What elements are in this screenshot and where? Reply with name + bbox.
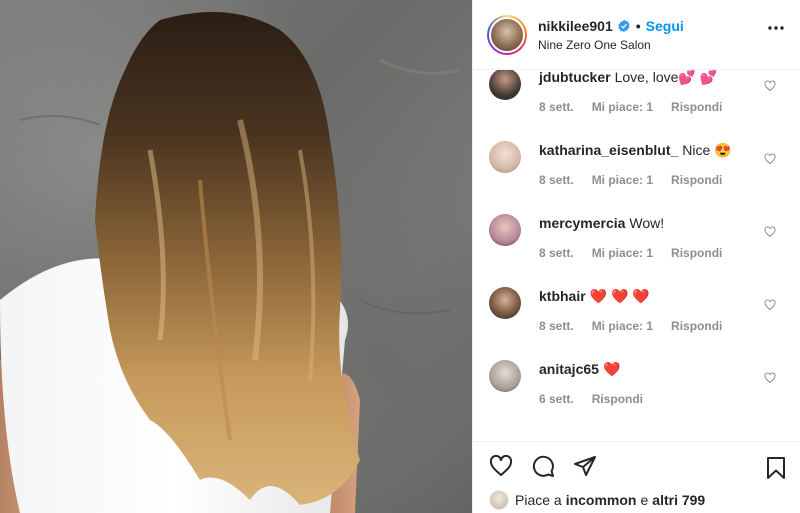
comment-time[interactable]: 6 sett. — [539, 392, 574, 406]
comments-list[interactable]: jdubtucker Love, love💕 💕 8 sett. Mi piace… — [473, 70, 800, 441]
likes-others[interactable]: altri 799 — [652, 492, 705, 508]
heart-icon[interactable] — [489, 454, 513, 478]
reply-button[interactable]: Rispondi — [671, 319, 722, 333]
profile-avatar[interactable] — [487, 14, 527, 55]
likes-user[interactable]: incommon — [566, 492, 637, 508]
share-icon[interactable] — [573, 454, 597, 478]
comment-item: mercymercia Wow! 8 sett. Mi piace: 1 Risp… — [489, 214, 784, 274]
comment-icon[interactable] — [531, 454, 555, 478]
comment-username[interactable]: jdubtucker — [539, 70, 611, 85]
comment-username[interactable]: katharina_eisenblut_ — [539, 142, 678, 158]
comment-heart-icon[interactable] — [764, 153, 776, 165]
comment-item: katharina_eisenblut_ Nice 😍 8 sett. Mi pi… — [489, 141, 784, 201]
follow-button[interactable]: Segui — [646, 18, 684, 34]
hair-photo-illustration — [0, 12, 461, 513]
comment-time[interactable]: 8 sett. — [539, 100, 574, 114]
comment-username[interactable]: anitajc65 — [539, 361, 599, 377]
bookmark-icon[interactable] — [764, 456, 788, 480]
likes-prefix: Piace a — [515, 492, 562, 508]
comment-avatar[interactable] — [489, 287, 521, 319]
comment-time[interactable]: 8 sett. — [539, 319, 574, 333]
comment-text: Wow! — [629, 215, 665, 231]
comment-time[interactable]: 8 sett. — [539, 173, 574, 187]
comment-heart-icon[interactable] — [764, 80, 776, 92]
location-link[interactable]: Nine Zero One Salon — [538, 38, 684, 52]
comment-avatar[interactable] — [489, 214, 521, 246]
header-text: nikkilee901 • Segui Nine Zero One Salon — [538, 18, 684, 52]
comment-item: anitajc65 ❤️ 6 sett. Rispondi — [489, 360, 784, 420]
comment-heart-icon[interactable] — [764, 226, 776, 238]
action-icons — [489, 454, 784, 478]
comment-avatar[interactable] — [489, 141, 521, 173]
comment-username[interactable]: ktbhair — [539, 288, 586, 304]
comment-text: Nice 😍 — [682, 142, 732, 158]
reply-button[interactable]: Rispondi — [671, 173, 722, 187]
comment-text: ❤️ — [602, 361, 621, 377]
comment-likes[interactable]: Mi piace: 1 — [592, 246, 653, 260]
comment-heart-icon[interactable] — [764, 299, 776, 311]
post-side-panel: nikkilee901 • Segui Nine Zero One Salon — [472, 0, 800, 513]
comment-likes[interactable]: Mi piace: 1 — [592, 100, 653, 114]
comment-avatar[interactable] — [489, 360, 521, 392]
separator-dot: • — [635, 17, 641, 34]
liker-avatar[interactable] — [489, 490, 509, 510]
post-header: nikkilee901 • Segui Nine Zero One Salon — [473, 0, 800, 70]
reply-button[interactable]: Rispondi — [671, 246, 722, 260]
comment-text: Love, love💕 💕 — [614, 70, 718, 85]
likes-connector: e — [640, 492, 649, 508]
post-photo[interactable] — [0, 0, 472, 513]
header-username[interactable]: nikkilee901 — [538, 18, 613, 34]
comment-text: ❤️ ❤️ ❤️ — [589, 288, 650, 304]
more-options-icon[interactable] — [768, 26, 784, 30]
comment-time[interactable]: 8 sett. — [539, 246, 574, 260]
comment-heart-icon[interactable] — [764, 372, 776, 384]
comment-likes[interactable]: Mi piace: 1 — [592, 319, 653, 333]
instagram-post: nikkilee901 • Segui Nine Zero One Salon — [0, 0, 800, 513]
comment-item: ktbhair ❤️ ❤️ ❤️ 8 sett. Mi piace: 1 Risp… — [489, 287, 784, 347]
likes-summary: Piace a incommon e altri 799 — [489, 490, 784, 510]
comment-likes[interactable]: Mi piace: 1 — [592, 173, 653, 187]
reply-button[interactable]: Rispondi — [671, 100, 722, 114]
comment-item: jdubtucker Love, love💕 💕 8 sett. Mi piace… — [489, 70, 784, 128]
comment-username[interactable]: mercymercia — [539, 215, 625, 231]
reply-button[interactable]: Rispondi — [592, 392, 643, 406]
post-actions-bar: Piace a incommon e altri 799 — [473, 441, 800, 513]
verified-badge-icon — [618, 19, 630, 32]
comment-avatar[interactable] — [489, 70, 521, 100]
